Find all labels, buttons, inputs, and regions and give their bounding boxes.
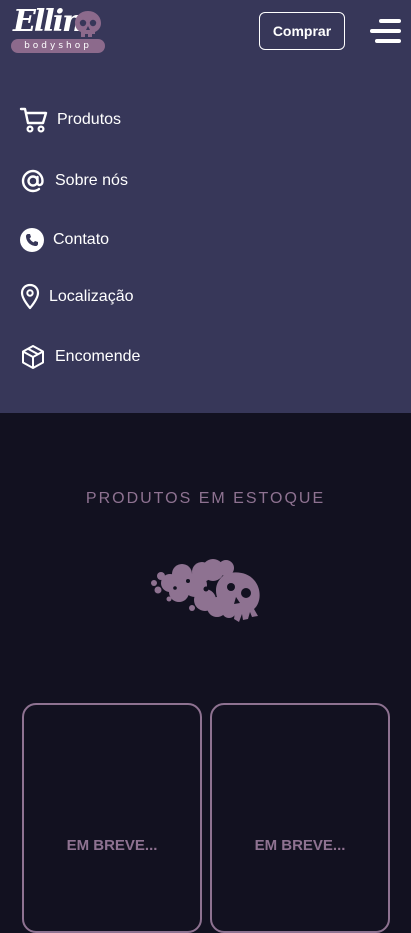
nav-label: Localização: [49, 288, 134, 305]
skull-smoke-icon: [151, 559, 260, 622]
nav-item-produtos[interactable]: Produtos: [19, 105, 121, 135]
cart-icon: [19, 107, 48, 133]
skull-logo-icon: [75, 11, 101, 37]
logo-tagline: bodyshop: [11, 39, 105, 53]
phone-icon: [20, 228, 44, 252]
logo-wordmark: Ellin: [13, 4, 84, 39]
package-icon: [22, 345, 44, 369]
logo[interactable]: Ellin bodyshop: [11, 4, 109, 56]
at-icon: [21, 169, 44, 193]
coming-soon-label: EM BREVE...: [66, 837, 158, 854]
nav-item-localizacao[interactable]: Localização: [19, 282, 134, 312]
hamburger-menu-icon[interactable]: [370, 19, 401, 43]
coming-soon-label: EM BREVE...: [254, 837, 346, 854]
section-title: PRODUTOS EM ESTOQUE: [85, 490, 326, 507]
location-pin-icon: [20, 283, 40, 310]
nav-item-encomende[interactable]: Encomende: [19, 342, 140, 372]
nav-label: Encomende: [55, 348, 141, 365]
nav-label: Produtos: [57, 111, 122, 128]
buy-button[interactable]: Comprar: [259, 12, 345, 50]
nav-item-contato[interactable]: Contato: [19, 225, 109, 255]
nav-label: Sobre nós: [55, 172, 128, 189]
navigation-panel: Ellin bodyshop Comprar Produtos Sobre nó…: [0, 0, 411, 413]
nav-label: Contato: [53, 231, 110, 248]
nav-item-sobre-nos[interactable]: Sobre nós: [19, 166, 128, 196]
product-card[interactable]: EM BREVE...: [22, 703, 202, 933]
product-card[interactable]: EM BREVE...: [210, 703, 390, 933]
